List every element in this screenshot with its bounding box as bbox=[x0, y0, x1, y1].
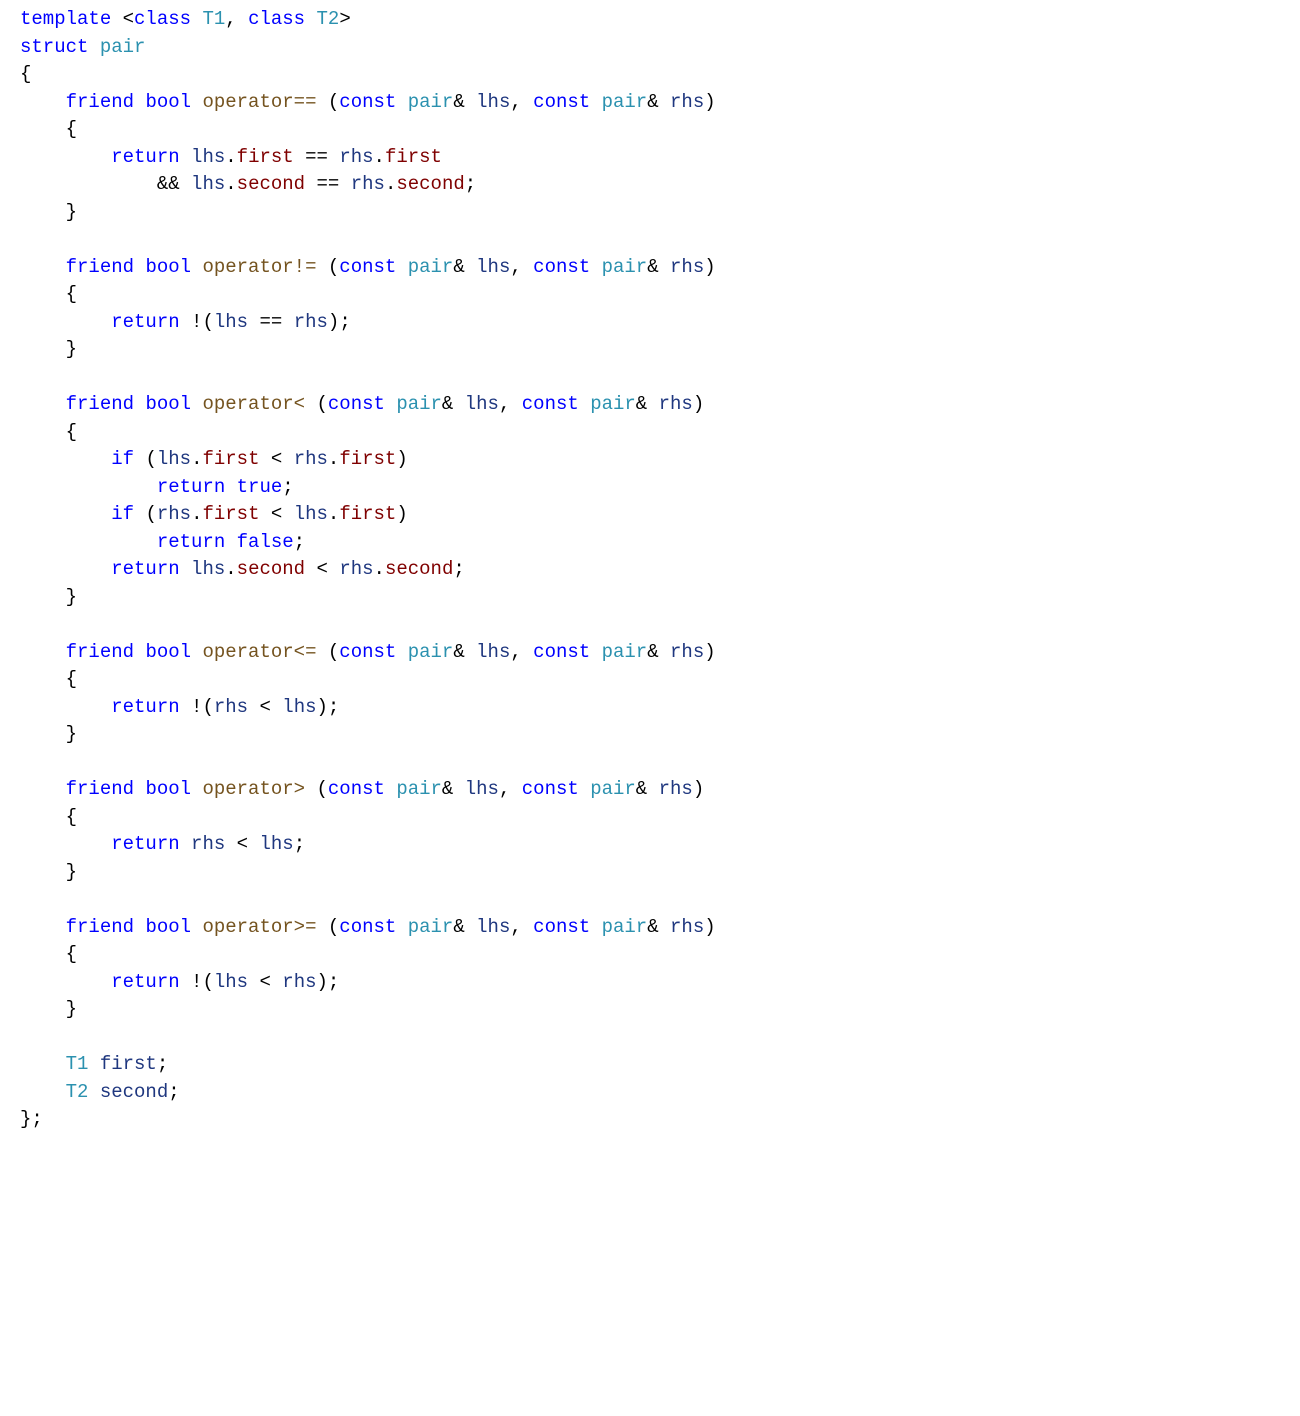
kw-template: template bbox=[20, 8, 111, 30]
decl-first: first bbox=[100, 1053, 157, 1075]
mem-first: first bbox=[237, 146, 294, 168]
kw-class: class bbox=[248, 8, 305, 30]
type-pair: pair bbox=[100, 36, 146, 58]
kw-if: if bbox=[111, 448, 134, 470]
var-lhs: lhs bbox=[476, 91, 510, 113]
fn-operator-eq: operator bbox=[202, 91, 293, 113]
type-T1: T1 bbox=[202, 8, 225, 30]
code-block: template <class T1, class T2> struct pai… bbox=[0, 0, 1300, 1134]
kw-false: false bbox=[237, 531, 294, 553]
sym-eqeq: == bbox=[294, 91, 317, 113]
kw-friend: friend bbox=[66, 91, 134, 113]
kw-class: class bbox=[134, 8, 191, 30]
kw-struct: struct bbox=[20, 36, 88, 58]
fn-operator-ne: operator bbox=[202, 256, 293, 278]
var-rhs: rhs bbox=[670, 91, 704, 113]
fn-operator-lt: operator bbox=[202, 393, 293, 415]
fn-operator-gt: operator bbox=[202, 778, 293, 800]
type-T2: T2 bbox=[317, 8, 340, 30]
kw-return: return bbox=[111, 146, 179, 168]
fn-operator-ge: operator bbox=[202, 916, 293, 938]
mem-second: second bbox=[237, 173, 305, 195]
decl-second: second bbox=[100, 1081, 168, 1103]
kw-bool: bool bbox=[145, 91, 191, 113]
fn-operator-le: operator bbox=[202, 641, 293, 663]
kw-true: true bbox=[237, 476, 283, 498]
